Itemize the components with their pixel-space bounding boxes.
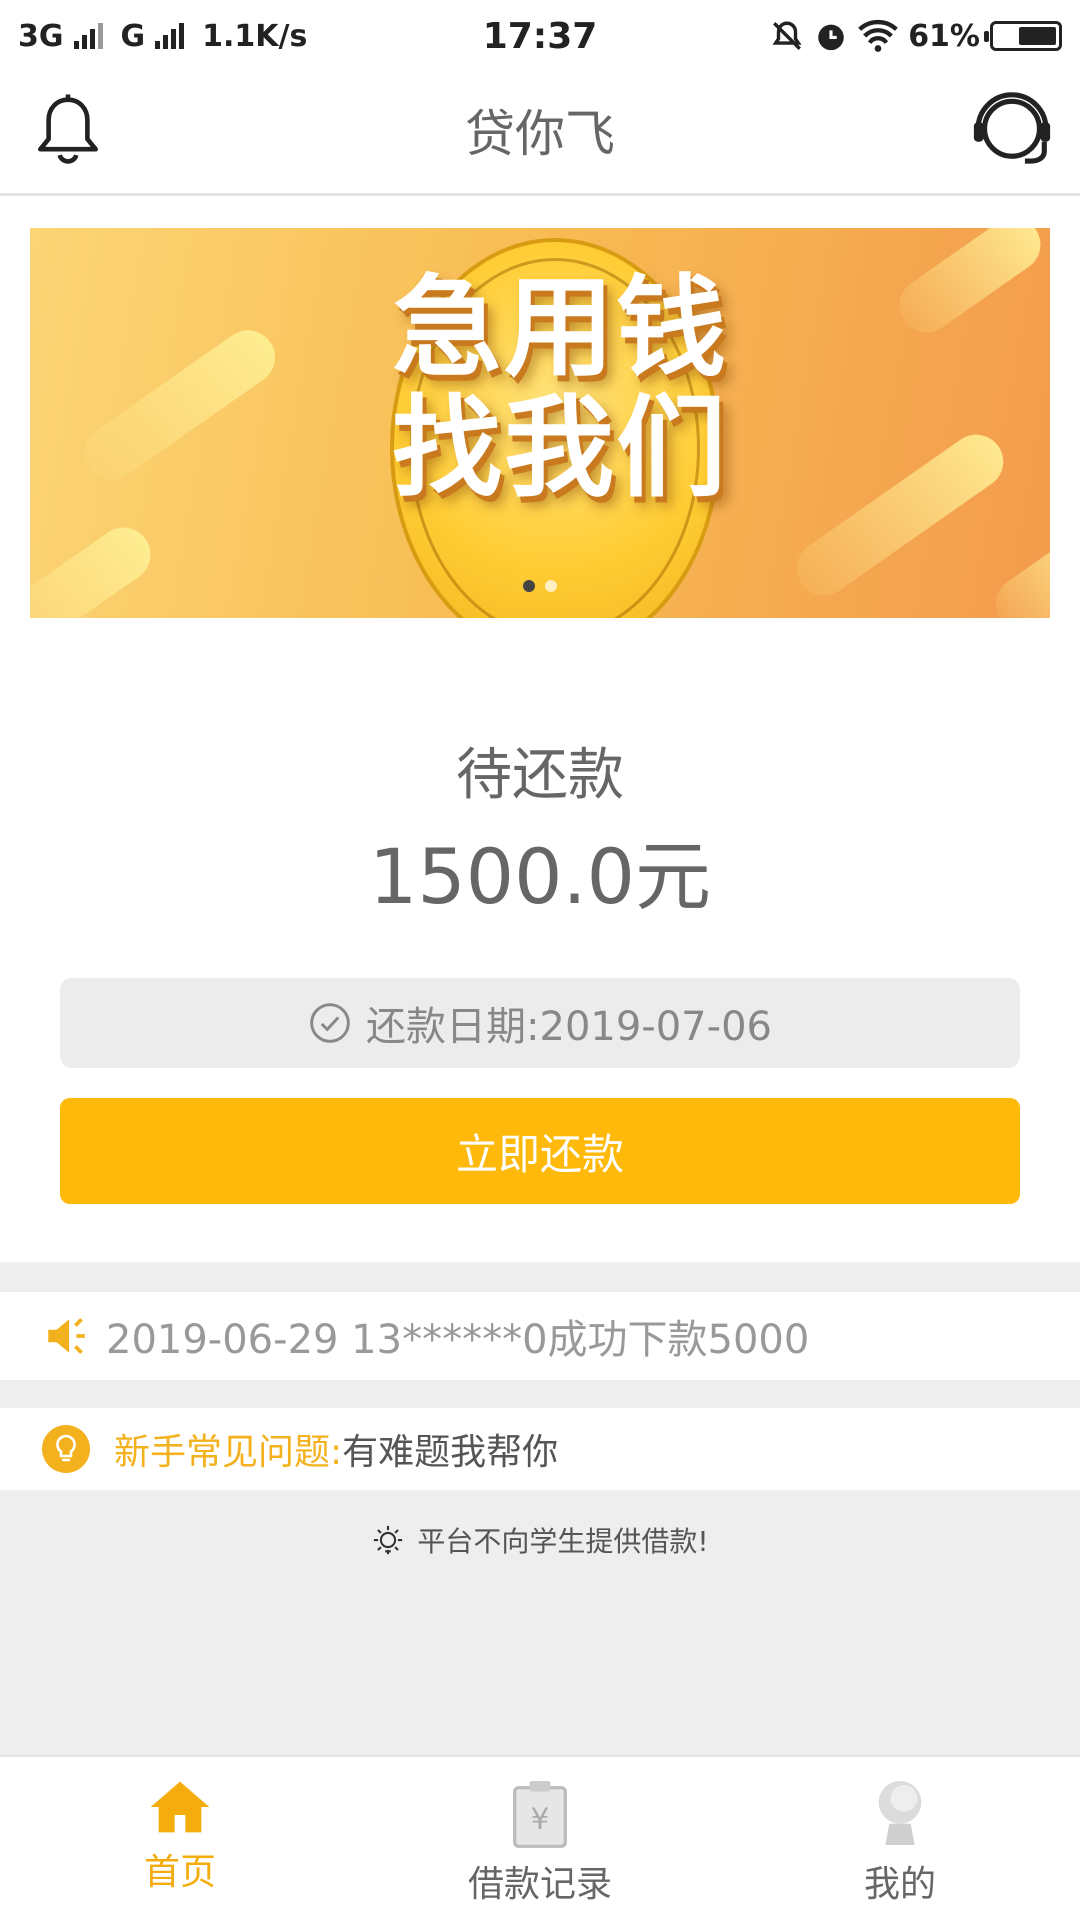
status-time: 17:37 [482, 16, 598, 57]
faq-highlight: 新手常见问题: [114, 1432, 343, 1473]
due-date-box: 还款日期:2019-07-06 [60, 978, 1020, 1068]
headset-icon [973, 92, 1051, 164]
tab-loan-records[interactable]: ¥ 借款记录 [360, 1757, 720, 1920]
section-divider [0, 1262, 1080, 1292]
faq-text: 有难题我帮你 [342, 1432, 559, 1473]
speaker-icon [48, 1318, 85, 1354]
section-divider [0, 1380, 1080, 1408]
due-label: 待还款 [456, 743, 624, 808]
status-bar: 3G G 1.1K/s 17:37 61% [0, 0, 1080, 72]
lightbulb-outline-icon [374, 1525, 403, 1555]
banner-headline: 急用钱 找我们 [360, 268, 760, 508]
due-amount: 1500.0元 [369, 832, 711, 921]
svg-text:¥: ¥ [531, 1802, 550, 1836]
bottom-tab-bar: 首页 ¥ 借款记录 我的 [0, 1755, 1080, 1920]
tab-label: 我的 [863, 1864, 936, 1905]
customer-service-button[interactable] [962, 82, 1062, 182]
repay-now-button[interactable]: 立即还款 [60, 1098, 1020, 1204]
tip-text: 平台不向学生提供借款! [417, 1525, 709, 1558]
battery-icon [984, 21, 1062, 51]
banner-streak [74, 319, 286, 491]
pagination-dot[interactable] [545, 580, 557, 592]
page-title: 贷你飞 [465, 105, 615, 163]
tab-profile[interactable]: 我的 [720, 1757, 1080, 1920]
home-icon [150, 1781, 210, 1833]
banner-line-1: 急用钱 [392, 264, 728, 392]
profile-icon [878, 1781, 922, 1845]
tip-area: 平台不向学生提供借款! [0, 1490, 1080, 1755]
loan-ticker: 2019-06-29 13******0成功下款5000 [0, 1292, 1080, 1380]
loan-record-icon: ¥ [513, 1781, 567, 1848]
tab-home[interactable]: 首页 [0, 1757, 360, 1920]
banner-streak [30, 516, 162, 618]
faq-link[interactable]: 新手常见问题:有难题我帮你 [0, 1408, 1080, 1490]
tab-label: 首页 [143, 1852, 216, 1893]
ticker-text: 2019-06-29 13******0成功下款5000 [106, 1317, 810, 1363]
app-header: 贷你飞 [0, 72, 1080, 196]
due-date-text: 还款日期:2019-07-06 [366, 1004, 772, 1050]
student-tip: 平台不向学生提供借款! [0, 1520, 1080, 1560]
pagination-dot[interactable] [523, 580, 535, 592]
check-circle-icon [310, 1003, 350, 1043]
banner-streak [786, 424, 1014, 606]
banner-pagination [30, 580, 1050, 592]
promo-banner[interactable]: 急用钱 找我们 [30, 228, 1050, 618]
banner-line-2: 找我们 [392, 384, 728, 512]
banner-streak [888, 228, 1050, 344]
banner-streak [985, 528, 1050, 618]
lightbulb-icon [42, 1425, 90, 1473]
tab-label: 借款记录 [467, 1864, 612, 1905]
